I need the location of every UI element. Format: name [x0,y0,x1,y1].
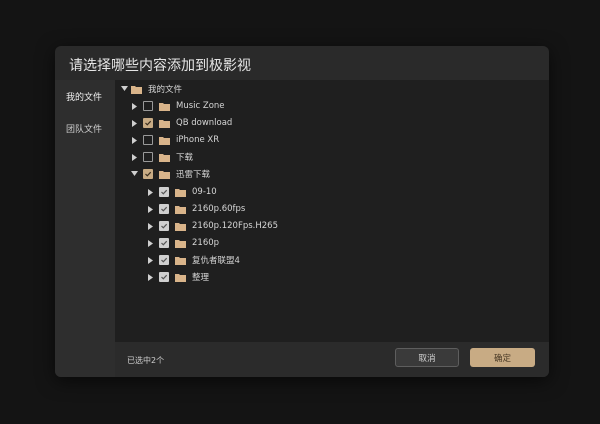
folder-icon [159,170,170,179]
checkbox[interactable] [143,135,153,145]
tree-item-label: QB download [176,118,233,128]
tree-item[interactable]: Music Zone [129,98,225,114]
collapse-arrow-icon[interactable] [129,153,139,161]
tree-child[interactable]: 整理 [145,269,209,285]
checkbox-checked[interactable] [159,204,169,214]
collapse-arrow-icon[interactable] [145,239,155,247]
checkbox[interactable] [143,101,153,111]
tree-child[interactable]: 2160p.120Fps.H265 [145,218,278,234]
dialog-title: 请选择哪些内容添加到极影视 [69,58,251,74]
collapse-arrow-icon[interactable] [145,256,155,264]
collapse-arrow-icon[interactable] [145,273,155,281]
checkbox-checked[interactable] [159,238,169,248]
folder-icon [159,102,170,111]
tree-item[interactable]: 下载 [129,149,193,165]
folder-icon [175,239,186,248]
tree-child-label: 复仇者联盟4 [192,256,240,266]
selection-status: 已选中2个 [127,356,165,365]
folder-icon [159,136,170,145]
tree-item-label: iPhone XR [176,135,220,145]
tree-root[interactable]: 我的文件 [119,81,182,97]
tree-child[interactable]: 09-10 [145,184,217,200]
tree-child[interactable]: 2160p [145,235,219,251]
expand-arrow-icon[interactable] [119,86,129,92]
sidebar-item-team-files[interactable]: 团队文件 [66,122,102,135]
collapse-arrow-icon[interactable] [129,136,139,144]
collapse-arrow-icon[interactable] [145,188,155,196]
tree-root-label: 我的文件 [148,85,183,95]
collapse-arrow-icon[interactable] [129,102,139,110]
tree-item[interactable]: QB download [129,115,232,131]
tree-child[interactable]: 2160p.60fps [145,201,245,217]
tree-child-label: 2160p [192,238,220,248]
confirm-button[interactable]: 确定 [470,348,535,367]
folder-icon [159,119,170,128]
tree-item-expanded[interactable]: 迅雷下载 [129,166,210,182]
checkbox-checked[interactable] [159,255,169,265]
folder-icon [175,256,186,265]
dialog-footer: 已选中2个 取消 确定 [115,342,549,377]
select-content-dialog: 请选择哪些内容添加到极影视 我的文件 团队文件 我的文件 Music Zone [55,46,549,377]
tree-item-label: 下载 [176,153,194,163]
tree-child-label: 整理 [192,273,210,283]
cancel-button[interactable]: 取消 [395,348,459,367]
collapse-arrow-icon[interactable] [145,222,155,230]
checkbox-checked[interactable] [159,221,169,231]
tree-child-label: 09-10 [192,187,217,197]
folder-icon [175,188,186,197]
tree-item-label: 迅雷下载 [176,170,211,180]
tree-child-label: 2160p.120Fps.H265 [192,221,278,231]
folder-icon [175,222,186,231]
checkbox-checked[interactable] [143,169,153,179]
folder-icon [159,153,170,162]
checkbox-checked[interactable] [159,187,169,197]
folder-tree: 我的文件 Music Zone QB download iPhone XR 下载… [115,80,549,342]
folder-icon [175,205,186,214]
checkbox[interactable] [143,152,153,162]
folder-icon [131,85,142,94]
tree-child[interactable]: 复仇者联盟4 [145,252,240,268]
checkbox-checked[interactable] [143,118,153,128]
sidebar-item-my-files[interactable]: 我的文件 [66,90,102,103]
tree-child-label: 2160p.60fps [192,204,246,214]
expand-arrow-icon[interactable] [129,171,139,177]
collapse-arrow-icon[interactable] [129,119,139,127]
sidebar: 我的文件 团队文件 [55,80,115,377]
folder-icon [175,273,186,282]
tree-item[interactable]: iPhone XR [129,132,219,148]
collapse-arrow-icon[interactable] [145,205,155,213]
tree-item-label: Music Zone [176,101,225,111]
checkbox-checked[interactable] [159,272,169,282]
